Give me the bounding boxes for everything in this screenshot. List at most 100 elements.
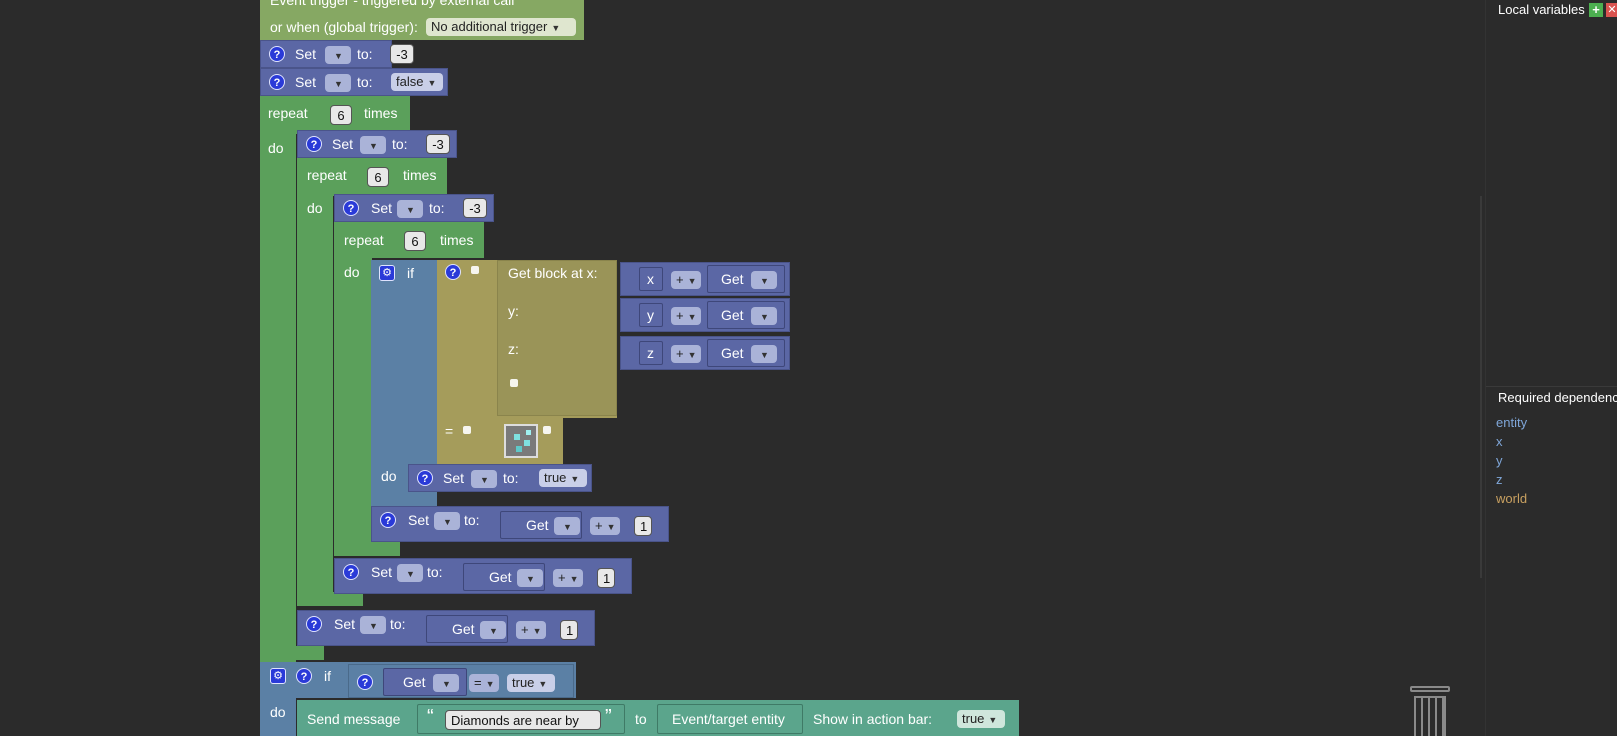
action-bar-dropdown[interactable]: true ▼ [957,710,1005,728]
variable-dropdown[interactable]: ▼ [751,345,777,363]
add-variable-icon[interactable]: + [1589,3,1603,17]
trash-icon[interactable] [1410,686,1450,736]
get-block-at-x-label: Get block at x: [508,265,598,281]
event-trigger-block[interactable]: Event trigger - triggered by external ca… [260,0,584,40]
operator-dropdown[interactable]: + ▼ [553,569,583,587]
gear-icon[interactable]: ⚙ [270,668,286,684]
help-icon[interactable]: ? [296,668,312,684]
number-value[interactable]: 1 [634,516,652,536]
send-message-block[interactable]: Send message “ Diamonds are near by ” to… [297,700,1019,736]
set-increment-block[interactable]: ? Set ▼ to: Get ▼ + ▼ 1 [334,558,632,594]
help-icon[interactable]: ? [417,470,433,486]
boolean-dropdown[interactable]: true ▼ [539,469,587,487]
help-icon[interactable]: ? [445,264,461,280]
right-panel: Local variables + ✕ Required dependenci … [1485,0,1617,736]
operator-dropdown[interactable]: + ▼ [516,621,546,639]
repeat-count[interactable]: 6 [330,105,352,125]
variable-dropdown[interactable]: ▼ [471,470,497,488]
to-label: to: [392,136,408,152]
chevron-down-icon: ▼ [526,574,535,584]
number-value[interactable]: 1 [560,620,578,640]
set-block[interactable]: ? Set ▼ to: -3 [260,40,392,68]
variable-dropdown[interactable]: ▼ [554,517,580,535]
local-variables-header: Local variables + ✕ [1486,0,1617,20]
chevron-down-icon: ▼ [369,141,378,151]
repeat-block-outer[interactable]: repeat 6 times [260,96,410,134]
repeat-count[interactable]: 6 [404,231,426,251]
set-label: Set [443,470,465,486]
gear-icon[interactable]: ⚙ [379,265,395,281]
to-label: to: [390,616,406,632]
math-block-z[interactable]: z + ▼ Get ▼ [620,336,790,370]
vertical-scrollbar[interactable] [1480,196,1482,578]
workspace[interactable]: Event trigger - triggered by external ca… [0,0,1450,736]
variable-dropdown[interactable]: ▼ [517,569,543,587]
message-text-input[interactable]: Diamonds are near by [445,710,601,730]
variable-dropdown[interactable]: ▼ [751,271,777,289]
settings-small-icon[interactable] [463,426,471,434]
set-label: Set [408,512,430,528]
settings-small-icon[interactable] [471,266,479,274]
operator-dropdown[interactable]: + ▼ [671,345,701,363]
operator-dropdown[interactable]: + ▼ [671,271,701,289]
operator-dropdown[interactable]: + ▼ [671,307,701,325]
help-icon[interactable]: ? [357,674,373,690]
settings-small-icon[interactable] [510,379,518,387]
set-label: Set [295,74,317,90]
repeat-block-level3[interactable]: repeat 6 times [334,222,484,258]
boolean-dropdown[interactable]: false ▼ [391,73,443,91]
number-value[interactable]: -3 [426,134,450,154]
variable-dropdown[interactable]: ▼ [397,564,423,582]
chevron-down-icon: ▼ [538,679,548,689]
help-icon[interactable]: ? [306,616,322,632]
compare-block-final[interactable]: ? Get ▼ = ▼ true ▼ [348,664,574,698]
help-icon[interactable]: ? [343,564,359,580]
set-block[interactable]: ? Set ▼ to: -3 [334,194,494,222]
help-icon[interactable]: ? [269,46,285,62]
help-icon[interactable]: ? [343,200,359,216]
repeat-count[interactable]: 6 [367,167,389,187]
diamond-ore-block-icon[interactable] [504,424,538,458]
ore-speck [516,446,522,452]
number-value[interactable]: -3 [390,44,414,64]
repeat-level3-bottom [334,540,400,556]
variable-dropdown[interactable]: ▼ [325,74,351,92]
send-message-label: Send message [307,711,401,727]
settings-small-icon[interactable] [543,426,551,434]
number-value[interactable]: 1 [597,568,615,588]
open-quote-icon: “ [427,706,434,728]
math-block-x[interactable]: x + ▼ Get ▼ [620,262,790,296]
variable-dropdown[interactable]: ▼ [434,512,460,530]
variable-dropdown[interactable]: ▼ [480,621,506,639]
repeat-level2-bottom [297,592,363,606]
variable-dropdown[interactable]: ▼ [325,46,351,64]
operator-dropdown[interactable]: + ▼ [590,517,620,535]
help-icon[interactable]: ? [380,512,396,528]
remove-variable-icon[interactable]: ✕ [1606,3,1617,17]
operator-dropdown[interactable]: = ▼ [469,674,499,692]
show-action-bar-label: Show in action bar: [813,711,933,727]
set-block[interactable]: ? Set ▼ to: false ▼ [260,68,448,96]
set-block[interactable]: ? Set ▼ to: -3 [297,130,457,158]
boolean-dropdown[interactable]: true ▼ [507,674,555,692]
chevron-down-icon: ▼ [551,23,561,33]
variable-dropdown[interactable]: ▼ [397,200,423,218]
set-increment-block[interactable]: ? Set ▼ to: Get ▼ + ▼ 1 [371,506,669,542]
z-coord-label: z: [508,341,519,357]
variable-dropdown[interactable]: ▼ [360,136,386,154]
number-value[interactable]: -3 [463,198,487,218]
chevron-down-icon: ▼ [406,569,415,579]
set-increment-block[interactable]: ? Set ▼ to: Get ▼ + ▼ 1 [297,610,595,646]
variable-dropdown[interactable]: ▼ [751,307,777,325]
get-block-at-block[interactable]: Get block at x: y: z: [497,260,617,416]
math-block-y[interactable]: y + ▼ Get ▼ [620,298,790,332]
target-entity-label: Event/target entity [672,711,785,727]
help-icon[interactable]: ? [269,74,285,90]
set-block[interactable]: ? Set ▼ to: true ▼ [408,464,592,492]
to-label: to: [464,512,480,528]
variable-dropdown[interactable]: ▼ [433,674,459,692]
variable-dropdown[interactable]: ▼ [360,616,386,634]
repeat-block-level2[interactable]: repeat 6 times [297,158,447,196]
global-trigger-dropdown[interactable]: No additional trigger ▼ [426,18,576,36]
help-icon[interactable]: ? [306,136,322,152]
